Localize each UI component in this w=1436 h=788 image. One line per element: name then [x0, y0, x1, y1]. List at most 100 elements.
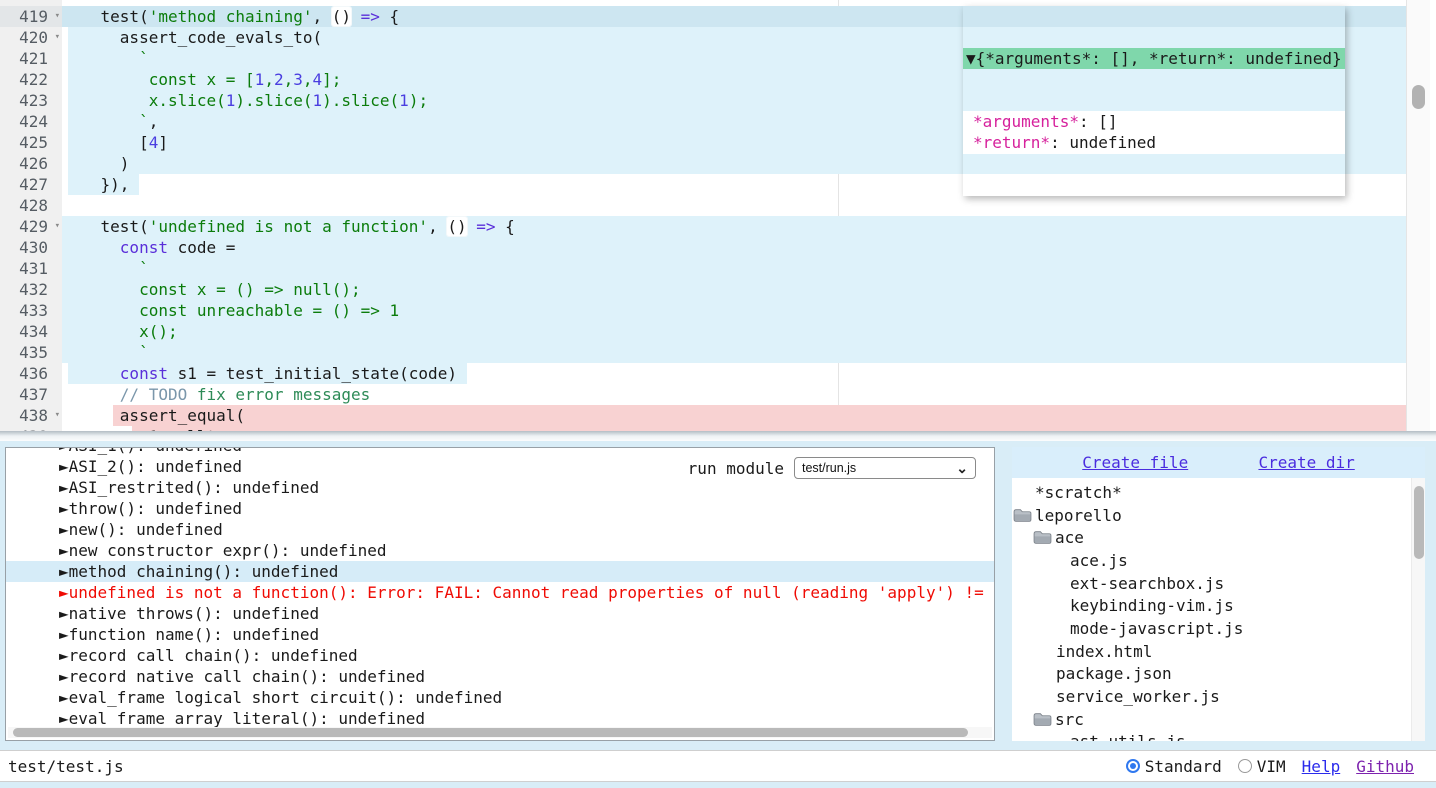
- gutter-line-number[interactable]: 435: [0, 342, 62, 363]
- file-tree-file[interactable]: ext-searchbox.js: [1012, 572, 1425, 595]
- file-tree-scrollbar-thumb[interactable]: [1414, 486, 1424, 559]
- create-dir-link[interactable]: Create dir: [1258, 453, 1354, 472]
- code-token: ,: [312, 7, 331, 26]
- editor-horizontal-scrollbar[interactable]: [0, 431, 1436, 441]
- test-result-item[interactable]: ►new(): undefined: [6, 519, 994, 540]
- code-line-431[interactable]: `: [62, 258, 1406, 279]
- editor-vertical-scrollbar-thumb[interactable]: [1412, 85, 1425, 109]
- gutter-line-number[interactable]: 432: [0, 279, 62, 300]
- code-line-text: // TODO fix error messages: [62, 385, 370, 404]
- create-file-link[interactable]: Create file: [1082, 453, 1188, 472]
- test-result-item[interactable]: ►undefined is not a function(): Error: F…: [6, 582, 994, 603]
- code-token: `: [139, 259, 149, 278]
- help-link[interactable]: Help: [1302, 757, 1341, 776]
- code-token: const x = () => null();: [139, 280, 361, 299]
- file-tree-file[interactable]: ast_utils.js: [1012, 731, 1425, 741]
- fold-toggle-icon[interactable]: ▾: [55, 6, 60, 27]
- code-line-text: test('undefined is not a function', () =…: [62, 217, 515, 236]
- test-result-item[interactable]: ►record native call chain(): undefined: [6, 666, 994, 687]
- fold-toggle-icon[interactable]: ▾: [55, 216, 60, 237]
- gutter-line-number[interactable]: 428: [0, 195, 62, 216]
- keybinding-mode-vim[interactable]: VIM: [1238, 757, 1286, 776]
- test-result-item[interactable]: ►eval_frame logical short circuit(): und…: [6, 687, 994, 708]
- gutter-line-number[interactable]: 433: [0, 300, 62, 321]
- code-line-429[interactable]: test('undefined is not a function', () =…: [62, 216, 1406, 237]
- code-token: =>: [361, 7, 380, 26]
- gutter-line-number[interactable]: 430: [0, 237, 62, 258]
- gutter-line-number[interactable]: 424: [0, 111, 62, 132]
- editor-vertical-scrollbar[interactable]: [1406, 0, 1430, 431]
- line-highlight: [62, 321, 1406, 342]
- file-tree-file[interactable]: ace.js: [1012, 549, 1425, 572]
- radio-unselected-icon[interactable]: [1238, 759, 1252, 773]
- code-token: fix error messages: [187, 385, 370, 404]
- code-line-435[interactable]: `: [62, 342, 1406, 363]
- value-inspector-tooltip[interactable]: ▼{*arguments*: [], *return*: undefined} …: [963, 6, 1345, 196]
- gutter-line-number[interactable]: 426: [0, 153, 62, 174]
- code-line-437[interactable]: // TODO fix error messages: [62, 384, 1406, 405]
- fold-toggle-icon[interactable]: ▾: [55, 27, 60, 48]
- gutter-line-number[interactable]: 434: [0, 321, 62, 342]
- code-token: test(: [101, 217, 149, 236]
- code-line-428[interactable]: [62, 195, 1406, 216]
- tooltip-property-row[interactable]: *arguments*: []: [973, 111, 1333, 132]
- gutter-line-number[interactable]: 419▾: [0, 6, 62, 27]
- code-token: ]: [158, 133, 168, 152]
- test-result-item[interactable]: ►throw(): undefined: [6, 498, 994, 519]
- gutter-line-number[interactable]: 425: [0, 132, 62, 153]
- gutter-line-number[interactable]: 431: [0, 258, 62, 279]
- gutter-line-number[interactable]: 438▾: [0, 405, 62, 426]
- file-tree-folder[interactable]: src: [1012, 708, 1425, 731]
- code-line-430[interactable]: const code =: [62, 237, 1406, 258]
- code-token: x.slice(: [149, 91, 226, 110]
- test-result-item[interactable]: ►function name(): undefined: [6, 624, 994, 645]
- code-token: 'undefined is not a function': [149, 217, 428, 236]
- file-tree-file[interactable]: mode-javascript.js: [1012, 617, 1425, 640]
- code-line-432[interactable]: const x = () => null();: [62, 279, 1406, 300]
- radio-selected-icon[interactable]: [1126, 759, 1140, 773]
- gutter-line-number[interactable]: 436: [0, 363, 62, 384]
- test-result-item[interactable]: ►ASI_1(): undefined: [6, 447, 994, 456]
- github-link[interactable]: Github: [1356, 757, 1414, 776]
- gutter-line-number[interactable]: 427: [0, 174, 62, 195]
- file-tree-file[interactable]: service_worker.js: [1012, 685, 1425, 708]
- code-editor[interactable]: 419▾420▾421422423424425426427428429▾4304…: [0, 0, 1436, 441]
- gutter-line-number[interactable]: 429▾: [0, 216, 62, 237]
- file-tree-file[interactable]: *scratch*: [1012, 481, 1425, 504]
- code-line-436[interactable]: const s1 = test_initial_state(code): [62, 363, 1406, 384]
- file-tree-label: ast_utils.js: [1070, 732, 1186, 741]
- file-tree-file[interactable]: index.html: [1012, 640, 1425, 663]
- gutter-line-number[interactable]: 437: [0, 384, 62, 405]
- code-line-433[interactable]: const unreachable = () => 1: [62, 300, 1406, 321]
- file-tree-scrollbar[interactable]: [1411, 478, 1425, 741]
- results-horizontal-scrollbar[interactable]: [8, 727, 992, 738]
- results-horizontal-scrollbar-thumb[interactable]: [13, 728, 968, 737]
- gutter-line-number[interactable]: 420▾: [0, 27, 62, 48]
- current-file-path: test/test.js: [8, 757, 124, 776]
- gutter-line-number[interactable]: 422: [0, 69, 62, 90]
- file-tree-file[interactable]: package.json: [1012, 663, 1425, 686]
- keybinding-mode-label: Standard: [1145, 757, 1222, 776]
- run-module-select[interactable]: test/run.js ⌄: [794, 457, 976, 479]
- fold-toggle-icon[interactable]: ▾: [55, 405, 60, 426]
- test-result-item[interactable]: ►record call chain(): undefined: [6, 645, 994, 666]
- test-result-item[interactable]: ►ASI_restrited(): undefined: [6, 477, 994, 498]
- code-line-434[interactable]: x();: [62, 321, 1406, 342]
- file-tree-folder[interactable]: ace: [1012, 526, 1425, 549]
- keybinding-mode-standard[interactable]: Standard: [1126, 757, 1222, 776]
- file-tree-file[interactable]: keybinding-vim.js: [1012, 594, 1425, 617]
- file-tree-label: ace: [1055, 528, 1084, 547]
- test-result-item[interactable]: ►eval_frame array_literal(): undefined: [6, 708, 994, 729]
- test-result-item[interactable]: ►method chaining(): undefined: [6, 561, 994, 582]
- code-token: s1 = test_initial_state(code): [168, 364, 457, 383]
- file-explorer-panel: Create file Create dir *scratch*leporell…: [1012, 447, 1425, 741]
- test-result-item[interactable]: ►native throws(): undefined: [6, 603, 994, 624]
- gutter-line-number[interactable]: 423: [0, 90, 62, 111]
- file-tree-folder[interactable]: leporello: [1012, 504, 1425, 527]
- code-line-438[interactable]: assert_equal(: [62, 405, 1406, 426]
- line-highlight: [62, 237, 1406, 258]
- tooltip-header[interactable]: ▼{*arguments*: [], *return*: undefined}: [963, 48, 1345, 69]
- gutter-line-number[interactable]: 421: [0, 48, 62, 69]
- test-result-item[interactable]: ►new constructor expr(): undefined: [6, 540, 994, 561]
- tooltip-property-row[interactable]: *return*: undefined: [973, 132, 1333, 153]
